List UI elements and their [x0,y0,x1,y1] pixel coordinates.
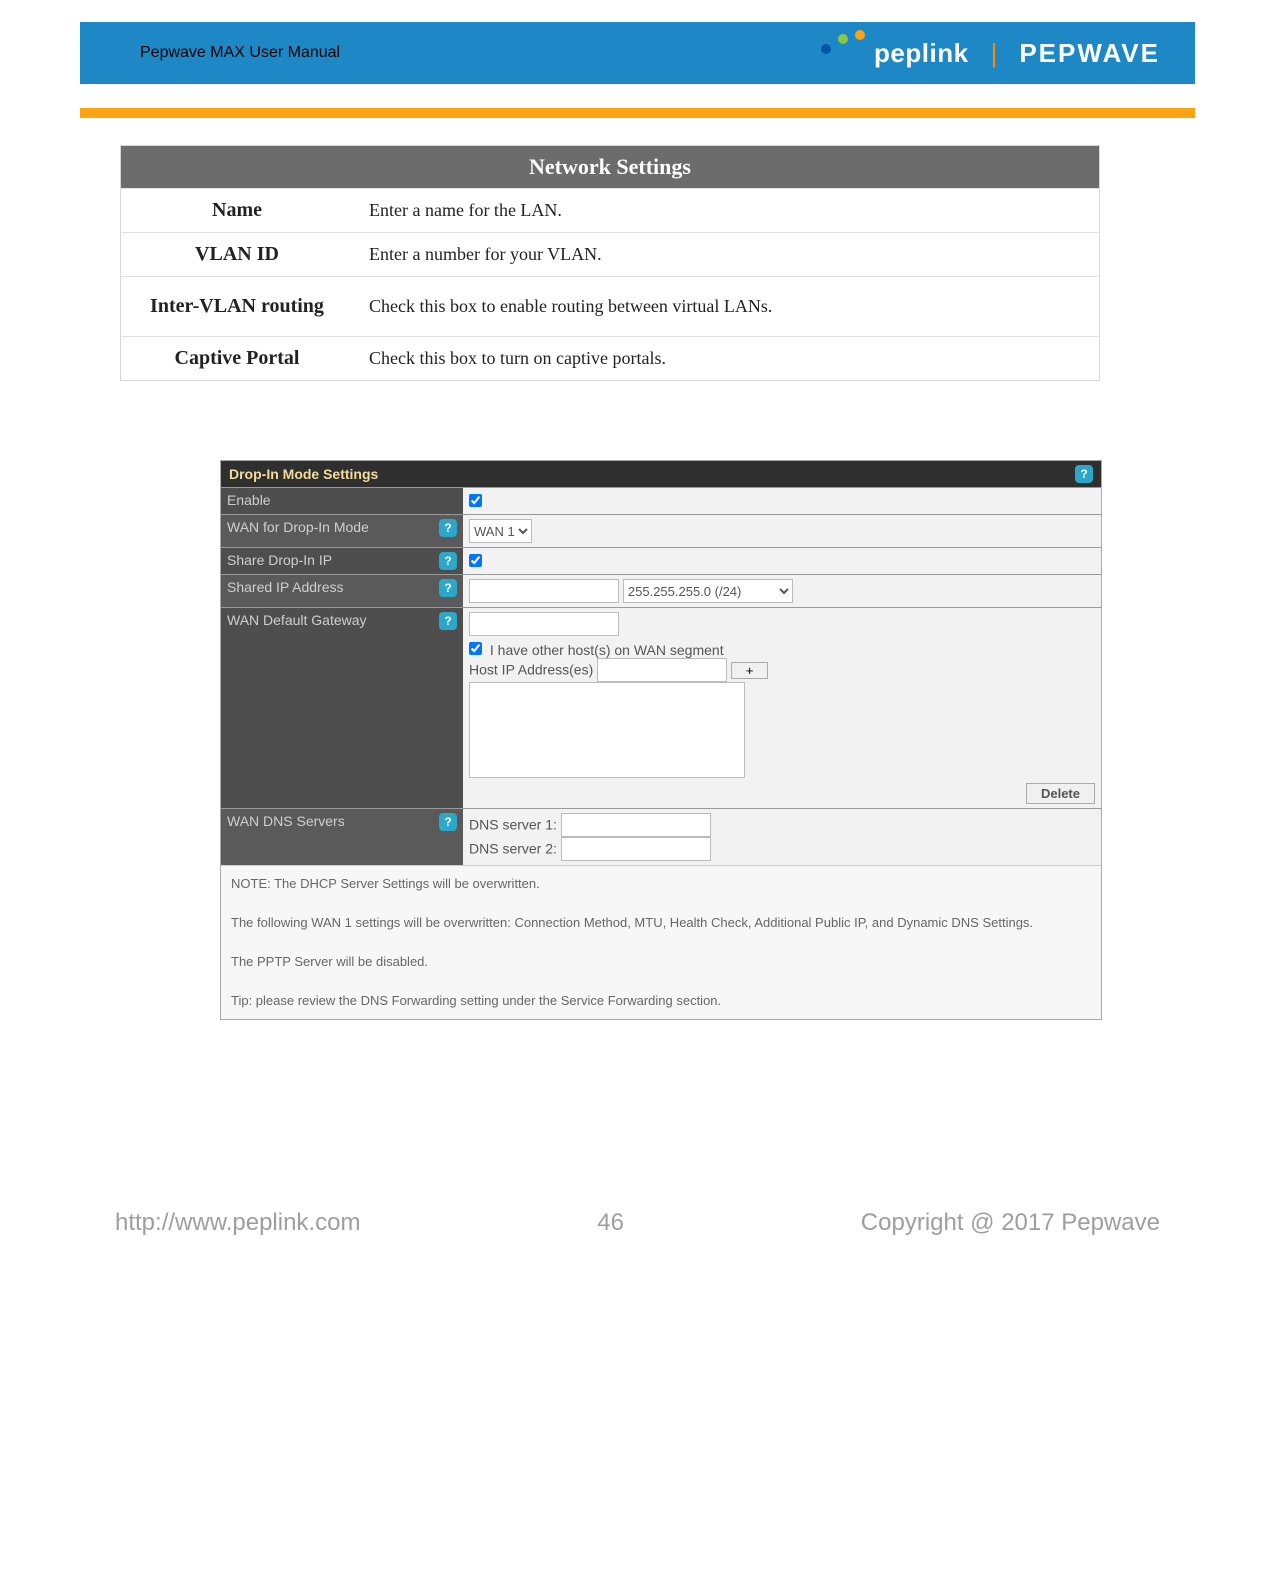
footer-page: 46 [597,1209,624,1237]
row-default-gw: WAN Default Gateway ? I have other host(… [221,608,1101,809]
row-name: Name Enter a name for the LAN. [121,189,1100,233]
share-ip-checkbox[interactable] [469,554,482,567]
help-icon[interactable]: ? [439,552,457,570]
delete-button[interactable]: Delete [1026,783,1095,804]
help-icon[interactable]: ? [439,612,457,630]
help-icon[interactable]: ? [439,579,457,597]
label-enable: Enable [227,492,271,508]
shared-ip-input[interactable] [469,579,619,603]
default-gw-input[interactable] [469,612,619,636]
desc-captive-portal: Check this box to turn on captive portal… [353,337,1100,381]
note-4: Tip: please review the DNS Forwarding se… [231,991,1091,1011]
logo-pepwave: PEPWAVE [1019,38,1160,69]
manual-title: Pepwave MAX User Manual [140,44,340,62]
dropin-title: Drop-In Mode Settings [229,466,378,482]
dns1-label: DNS server 1: [469,817,557,833]
shared-ip-mask-select[interactable]: 255.255.255.0 (/24) [623,579,793,603]
label-wan-mode: WAN for Drop-In Mode [227,519,369,535]
label-dns: WAN DNS Servers [227,813,345,829]
help-icon[interactable]: ? [439,519,457,537]
other-hosts-label: I have other host(s) on WAN segment [490,642,724,658]
label-inter-vlan: Inter-VLAN routing [121,277,354,337]
label-name: Name [121,189,354,233]
label-shared-ip: Shared IP Address [227,579,343,595]
note-2: The following WAN 1 settings will be ove… [231,913,1091,933]
other-hosts-checkbox[interactable] [469,642,482,655]
network-settings-title: Network Settings [121,146,1100,189]
title-bar: Pepwave MAX User Manual peplink | PEPWAV… [80,22,1195,84]
label-vlan-id: VLAN ID [121,233,354,277]
enable-checkbox[interactable] [469,494,482,507]
dns1-input[interactable] [561,813,711,837]
host-ip-label: Host IP Address(es) [469,662,593,678]
dns2-input[interactable] [561,837,711,861]
label-default-gw: WAN Default Gateway [227,612,367,628]
desc-vlan-id: Enter a number for your VLAN. [353,233,1100,277]
row-dns: WAN DNS Servers ? DNS server 1: DNS serv… [221,809,1101,866]
note-1: NOTE: The DHCP Server Settings will be o… [231,874,1091,894]
row-shared-ip: Shared IP Address ? 255.255.255.0 (/24) [221,575,1101,608]
logo-separator: | [991,38,998,69]
label-share-ip: Share Drop-In IP [227,552,332,568]
add-host-button[interactable]: + [731,662,768,679]
footer-copyright: Copyright @ 2017 Pepwave [861,1209,1160,1237]
dns2-label: DNS server 2: [469,841,557,857]
brand-logo: peplink | PEPWAVE [874,38,1160,69]
footer-url: http://www.peplink.com [115,1209,360,1237]
note-3: The PPTP Server will be disabled. [231,952,1091,972]
page-footer: http://www.peplink.com 46 Copyright @ 20… [115,1209,1160,1237]
desc-inter-vlan: Check this box to enable routing between… [353,277,1100,337]
row-captive-portal: Captive Portal Check this box to turn on… [121,337,1100,381]
host-ip-list[interactable] [469,682,745,778]
wan-mode-select[interactable]: WAN 1 [469,519,532,543]
logo-dots [821,30,865,54]
label-captive-portal: Captive Portal [121,337,354,381]
header-underline [80,108,1195,118]
desc-name: Enter a name for the LAN. [353,189,1100,233]
help-icon[interactable]: ? [439,813,457,831]
row-share-ip: Share Drop-In IP ? [221,548,1101,575]
network-settings-table: Network Settings Name Enter a name for t… [120,145,1100,381]
help-icon[interactable]: ? [1075,465,1093,483]
host-ip-input[interactable] [597,658,727,682]
row-vlan-id: VLAN ID Enter a number for your VLAN. [121,233,1100,277]
row-enable: Enable [221,488,1101,515]
notes-block: NOTE: The DHCP Server Settings will be o… [221,865,1101,1019]
dropin-panel: Drop-In Mode Settings ? Enable WAN for D… [220,460,1102,1020]
logo-peplink: peplink [874,38,969,69]
row-inter-vlan: Inter-VLAN routing Check this box to ena… [121,277,1100,337]
row-wan-mode: WAN for Drop-In Mode ? WAN 1 [221,515,1101,548]
